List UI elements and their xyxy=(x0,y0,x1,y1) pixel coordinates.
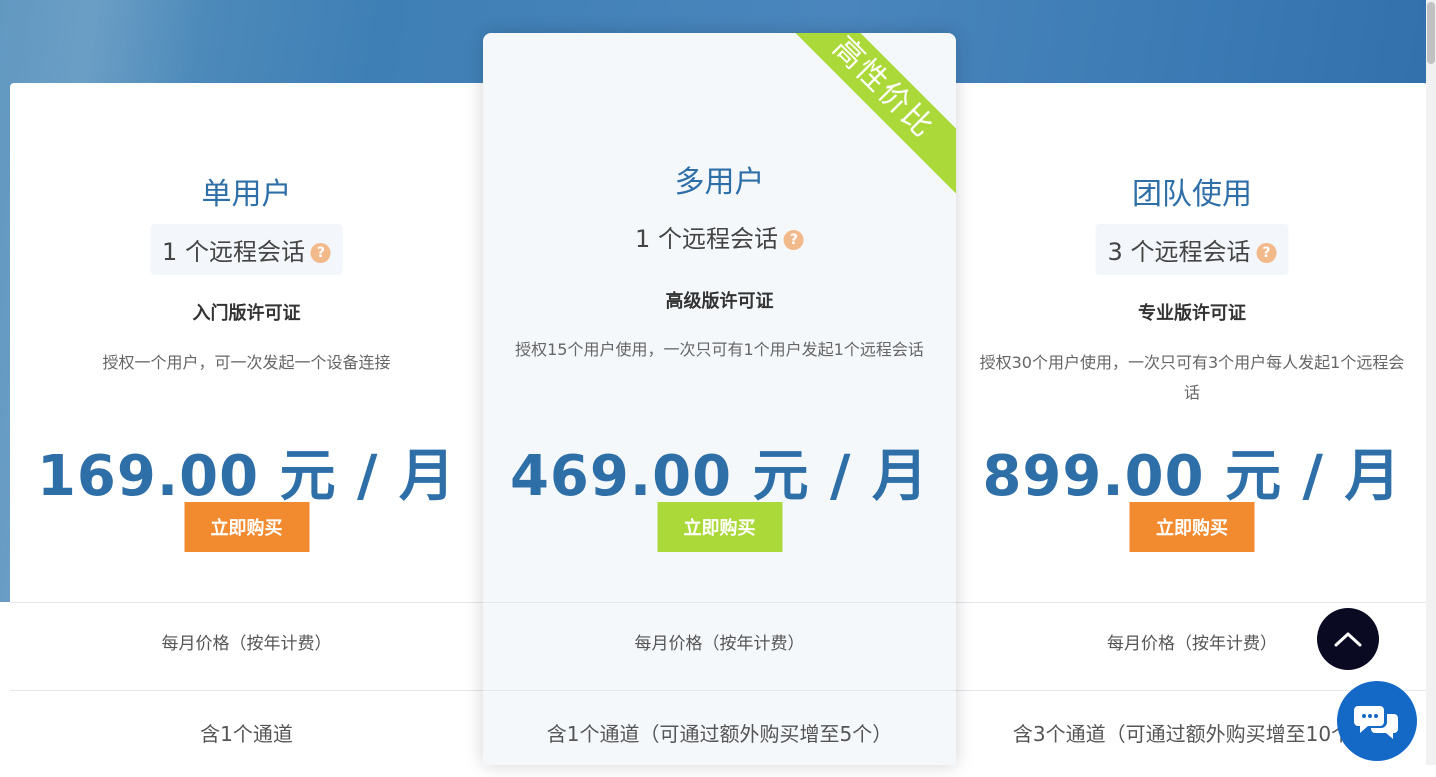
plan-description: 授权30个用户使用，一次只可有3个用户每人发起1个远程会话 xyxy=(979,353,1405,402)
question-icon[interactable]: ? xyxy=(1256,243,1277,263)
session-count: 1 个远程会话? xyxy=(623,211,816,262)
plan-title: 多用户 xyxy=(674,165,765,200)
edition-label: 高级版许可证 xyxy=(665,291,774,312)
question-icon[interactable]: ? xyxy=(783,230,804,250)
edition-label: 入门版许可证 xyxy=(192,303,301,324)
plan-card-multi: 高性价比 多用户 1 个远程会话? 高级版许可证 授权15个用户使用，一次只可有… xyxy=(483,33,956,765)
chat-button[interactable] xyxy=(1337,681,1417,761)
buy-now-button[interactable]: 立即购买 xyxy=(657,502,782,552)
back-to-top-button[interactable] xyxy=(1317,608,1379,670)
plan-card-single: 单用户 1 个远程会话? 入门版许可证 授权一个用户，可一次发起一个设备连接 1… xyxy=(10,83,483,765)
buy-now-button[interactable]: 立即购买 xyxy=(1129,502,1255,552)
session-label: 1 个远程会话 xyxy=(635,225,778,253)
channel-info: 含1个通道（可通过额外购买增至5个） xyxy=(483,690,956,765)
edition-label: 专业版许可证 xyxy=(1138,303,1246,324)
session-count: 1 个远程会话? xyxy=(150,224,343,275)
plan-description: 授权15个用户使用，一次只可有1个用户发起1个远程会话 xyxy=(515,340,924,359)
chat-bubbles-icon xyxy=(1354,706,1398,739)
chevron-up-icon xyxy=(1334,632,1362,647)
plan-price: 169.00 元 / 月 xyxy=(36,444,457,509)
session-label: 1 个远程会话 xyxy=(162,238,305,266)
monthly-price-note: 每月价格（按年计费） xyxy=(10,602,483,691)
plan-title: 团队使用 xyxy=(1132,177,1252,212)
scrollbar-thumb[interactable] xyxy=(1427,2,1435,64)
buy-now-button[interactable]: 立即购买 xyxy=(184,502,309,552)
plan-price: 469.00 元 / 月 xyxy=(509,444,930,509)
plan-price: 899.00 元 / 月 xyxy=(982,444,1402,509)
plan-title: 单用户 xyxy=(201,177,292,212)
channel-info: 含1个通道 xyxy=(10,690,483,771)
monthly-price-note: 每月价格（按年计费） xyxy=(483,602,956,691)
session-label: 3 个远程会话 xyxy=(1107,238,1251,266)
session-count: 3 个远程会话? xyxy=(1095,224,1289,275)
page-scrollbar[interactable] xyxy=(1426,0,1436,765)
plan-description: 授权一个用户，可一次发起一个设备连接 xyxy=(102,353,391,372)
question-icon[interactable]: ? xyxy=(310,243,331,263)
